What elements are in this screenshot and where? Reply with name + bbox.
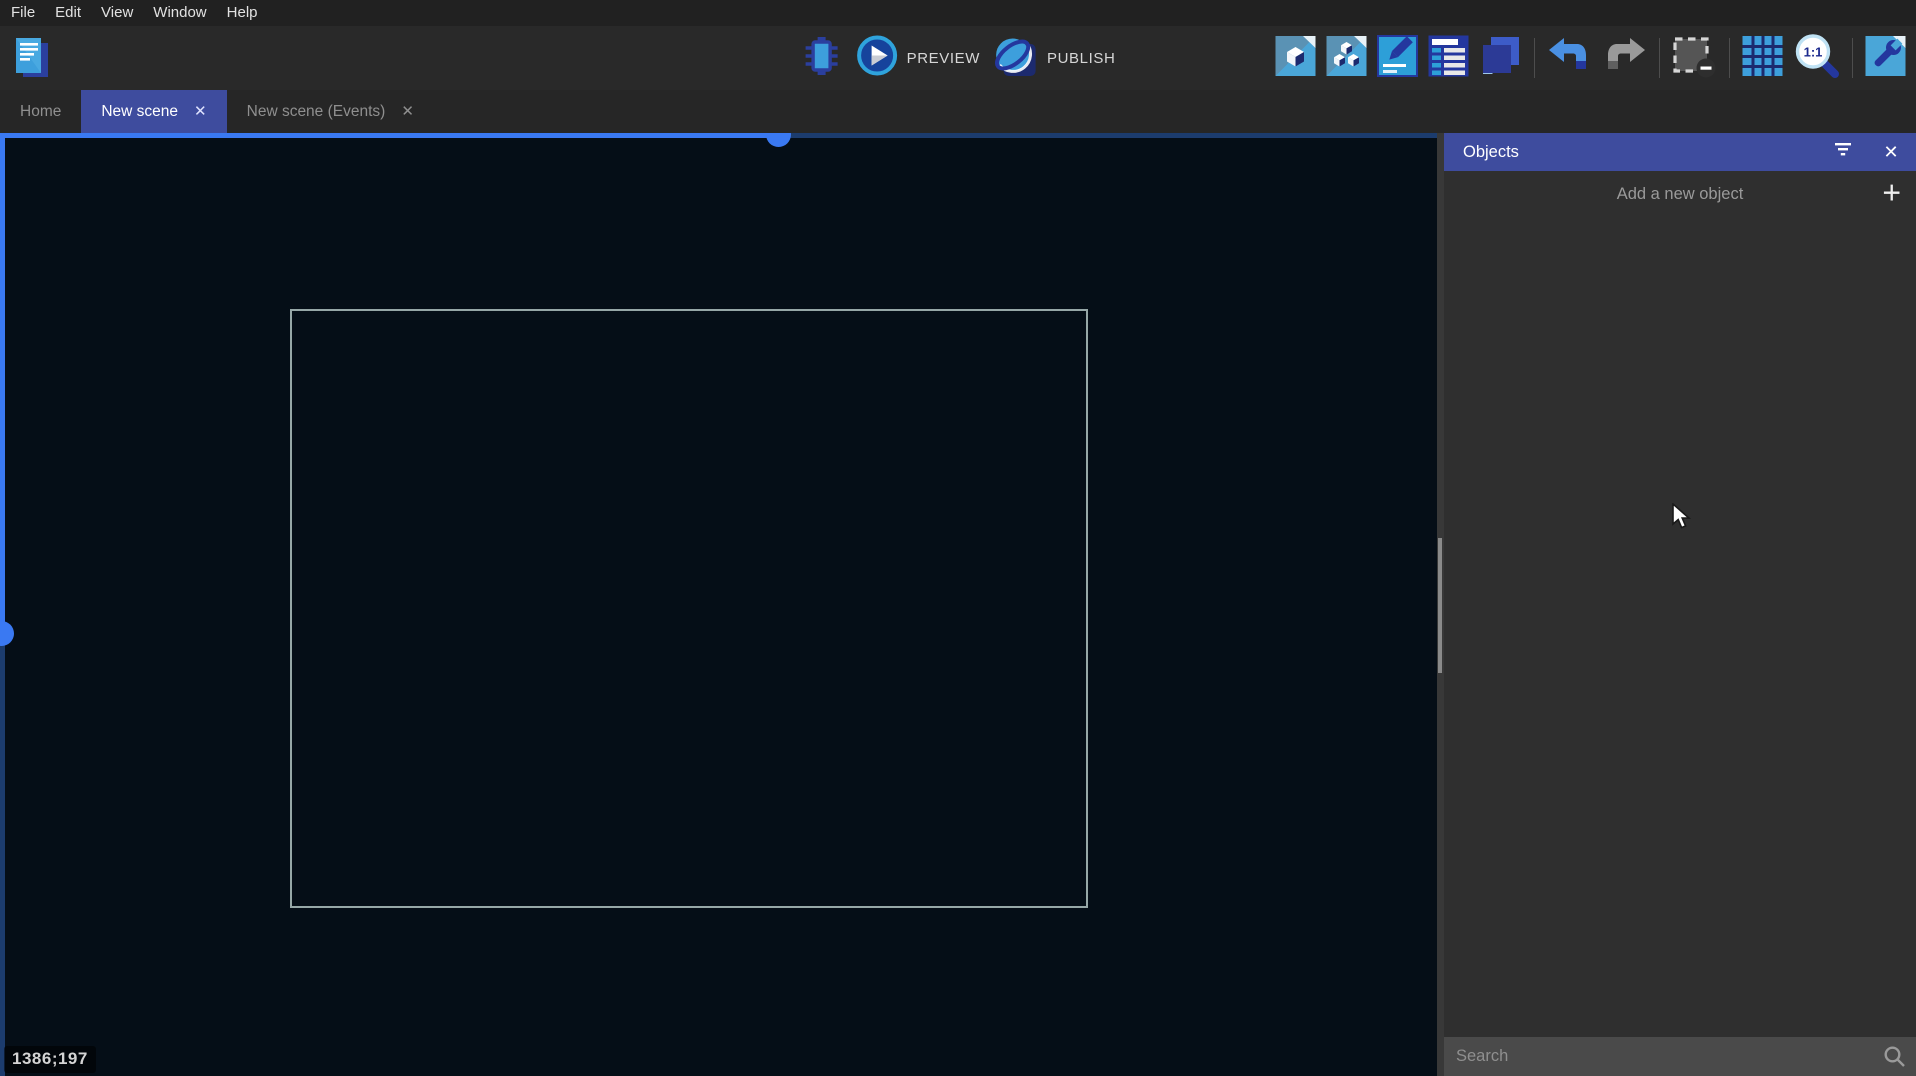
project-settings-button[interactable] [1865, 35, 1906, 82]
open-layers-editor-button[interactable] [1479, 34, 1522, 82]
layers-icon [1479, 34, 1522, 82]
objects-search-input[interactable] [1444, 1037, 1916, 1076]
object-groups-icon [1326, 35, 1367, 82]
toolbar-separator [1534, 38, 1535, 78]
game-resolution-frame [290, 309, 1088, 908]
vertical-scrollbar-thumb[interactable] [0, 621, 14, 646]
project-manager-button[interactable] [13, 35, 50, 85]
search-icon [1883, 1045, 1906, 1073]
deselect-instances-button[interactable] [1672, 34, 1717, 83]
cursor-coordinates-badge: 1386;197 [4, 1046, 96, 1073]
menu-bar: File Edit View Window Help [0, 0, 1916, 26]
toolbar: PREVIEW PUBLISH [0, 26, 1916, 90]
grid-icon [1742, 35, 1783, 82]
preview-play-icon [857, 35, 898, 81]
filter-icon [1834, 143, 1852, 161]
debugger-bug-icon [801, 34, 843, 83]
open-objects-editor-button[interactable] [1275, 35, 1316, 82]
menu-edit[interactable]: Edit [45, 0, 91, 26]
preview-button[interactable]: PREVIEW [857, 35, 980, 81]
debugger-button[interactable] [801, 34, 843, 83]
publish-label: PUBLISH [1047, 50, 1115, 67]
open-properties-button[interactable] [1377, 35, 1418, 82]
resize-grip [1438, 538, 1442, 673]
properties-pencil-icon [1377, 35, 1418, 82]
tab-home[interactable]: Home [0, 90, 81, 133]
undo-icon [1547, 36, 1592, 81]
tab-new-scene-label: New scene [101, 103, 178, 121]
menu-view[interactable]: View [91, 0, 143, 26]
toolbar-separator [1659, 38, 1660, 78]
svg-text:1:1: 1:1 [1804, 45, 1823, 60]
tab-new-scene-events-label: New scene (Events) [247, 103, 386, 121]
tab-new-scene[interactable]: New scene ✕ [81, 90, 226, 133]
canvas-horizontal-scrollbar[interactable] [0, 133, 1437, 138]
undo-button[interactable] [1547, 36, 1592, 81]
zoom-1-1-button[interactable]: 1:1 [1793, 32, 1840, 84]
deselect-instances-icon [1672, 34, 1717, 83]
content-area: 1386;197 Objects ✕ [0, 133, 1916, 1076]
open-object-groups-button[interactable] [1326, 35, 1367, 82]
redo-button[interactable] [1602, 36, 1647, 81]
gdevelop-window: File Edit View Window Help [0, 0, 1916, 1076]
objects-panel-title: Objects [1463, 143, 1828, 162]
open-instances-list-button[interactable] [1428, 35, 1469, 82]
tab-bar: Home New scene ✕ New scene (Events) ✕ [0, 90, 1916, 133]
publish-globe-icon [994, 34, 1038, 83]
menu-file[interactable]: File [1, 0, 45, 26]
project-manager-icon [13, 35, 50, 85]
tab-close-icon[interactable]: ✕ [401, 104, 414, 119]
zoom-1-1-icon: 1:1 [1793, 32, 1840, 84]
horizontal-scrollbar-thumb[interactable] [766, 133, 791, 147]
redo-icon [1602, 36, 1647, 81]
add-new-object-label: Add a new object [1617, 185, 1744, 204]
tab-home-label: Home [20, 103, 61, 121]
toolbar-separator [1852, 38, 1853, 78]
toggle-grid-button[interactable] [1742, 35, 1783, 82]
panel-resize-handle[interactable] [1437, 133, 1444, 1076]
publish-button[interactable]: PUBLISH [994, 34, 1115, 83]
objects-list-empty-area [1444, 217, 1916, 1037]
objects-panel-header: Objects ✕ [1444, 133, 1916, 171]
objects-panel: Objects ✕ Add a new object + [1444, 133, 1916, 1076]
search-bar [1444, 1037, 1916, 1076]
add-new-object-button[interactable]: Add a new object + [1444, 171, 1916, 217]
toolbar-separator [1729, 38, 1730, 78]
scene-editor-canvas[interactable]: 1386;197 [0, 133, 1437, 1076]
objects-editor-icon [1275, 35, 1316, 82]
filter-objects-button[interactable] [1828, 137, 1858, 167]
menu-help[interactable]: Help [217, 0, 268, 26]
tab-close-icon[interactable]: ✕ [194, 104, 207, 119]
instances-list-icon [1428, 35, 1469, 82]
menu-window[interactable]: Window [143, 0, 216, 26]
close-panel-button[interactable]: ✕ [1876, 137, 1906, 167]
canvas-vertical-scrollbar[interactable] [0, 133, 5, 1076]
tab-new-scene-events[interactable]: New scene (Events) ✕ [227, 90, 434, 133]
preview-label: PREVIEW [907, 50, 980, 67]
project-settings-wrench-icon [1865, 35, 1906, 82]
plus-icon: + [1882, 177, 1901, 209]
